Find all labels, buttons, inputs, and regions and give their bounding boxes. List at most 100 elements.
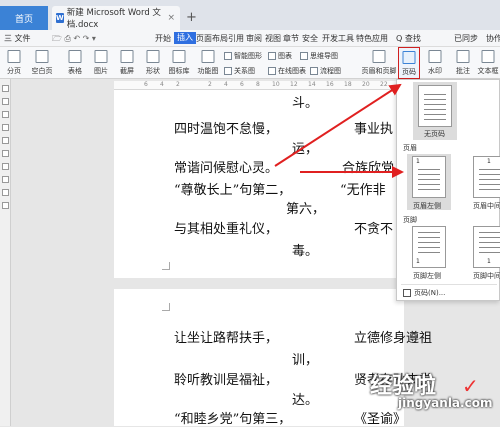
nav-icon[interactable] xyxy=(2,98,9,105)
page-number-button[interactable]: 页码 xyxy=(398,47,420,79)
tab-document[interactable]: W 新建 Microsoft Word 文档.docx × xyxy=(52,6,180,30)
no-page-number-option[interactable] xyxy=(418,85,452,127)
page-break-label: 分页 xyxy=(7,67,21,75)
ruler-tick: 4 xyxy=(160,81,164,88)
text-line[interactable]: 第六， xyxy=(286,198,325,217)
menu-references[interactable]: 引用 xyxy=(228,33,244,44)
icon-library-button[interactable]: 图标库 xyxy=(166,47,192,79)
nav-icon[interactable] xyxy=(2,202,9,209)
nav-icon[interactable] xyxy=(2,189,9,196)
search-box[interactable]: Q 查找 xyxy=(396,33,421,44)
nav-icon[interactable] xyxy=(2,111,9,118)
mind-map-button[interactable]: 思维导图 xyxy=(300,51,338,61)
text-line[interactable]: 立德修身遵祖 xyxy=(354,327,432,346)
nav-icon[interactable] xyxy=(2,176,9,183)
function-chart-button[interactable]: 功能图 xyxy=(194,47,222,79)
close-tab-icon[interactable]: × xyxy=(167,13,175,23)
text-line[interactable]: 四时温饱不怠慢， xyxy=(174,118,278,137)
header-footer-button[interactable]: 页眉和页脚 xyxy=(360,47,398,79)
margin-corner-mark xyxy=(162,303,170,311)
nav-icon[interactable] xyxy=(2,124,9,131)
blank-page-icon xyxy=(35,50,49,63)
icon-library-icon xyxy=(172,50,186,63)
flowchart-icon xyxy=(310,67,318,75)
text-line[interactable]: 达。 xyxy=(292,389,318,408)
document-page-1[interactable]: 斗。 四时温饱不怠慢， 事业执 运， 常谐问候慰心灵。 合族欣党 “尊敬长上”句… xyxy=(114,90,404,278)
relation-chart-button[interactable]: 关系图 xyxy=(224,66,255,76)
text-line[interactable]: 常谐问候慰心灵。 xyxy=(174,157,278,176)
chart-button[interactable]: 图表 xyxy=(268,51,292,61)
menu-review[interactable]: 审阅 xyxy=(246,33,262,44)
watermark-check-icon: ✓ xyxy=(462,374,479,398)
header-left-option[interactable]: 1 xyxy=(412,156,446,198)
text-line[interactable]: 合族欣党 xyxy=(342,157,394,176)
nav-icon[interactable] xyxy=(2,137,9,144)
menu-page-layout[interactable]: 页面布局 xyxy=(196,33,228,44)
tab-home[interactable]: 首页 xyxy=(0,6,48,30)
menu-view[interactable]: 视图 xyxy=(265,33,281,44)
menu-divider xyxy=(401,284,497,285)
text-line[interactable]: 《圣谕》 xyxy=(354,408,406,427)
footer-middle-option[interactable]: 1 xyxy=(473,226,500,268)
ruler-tick: 8 xyxy=(256,81,260,88)
collab-button[interactable]: 协作 xyxy=(486,33,500,44)
menu-section[interactable]: 章节 xyxy=(283,33,299,44)
ruler-tick: 4 xyxy=(224,81,228,88)
text-line[interactable]: 事业执 xyxy=(354,118,393,137)
online-chart-button[interactable]: 在线图表 xyxy=(268,66,306,76)
picture-button[interactable]: 图片 xyxy=(90,47,112,79)
header-left-label: 页眉左侧 xyxy=(413,202,441,210)
table-label: 表格 xyxy=(68,67,82,75)
comment-button[interactable]: 批注 xyxy=(452,47,474,79)
file-menu[interactable]: 三 文件 xyxy=(4,33,31,44)
left-navigation-bar xyxy=(0,79,11,426)
shape-button[interactable]: 形状 xyxy=(142,47,164,79)
ruler-tick: 16 xyxy=(326,81,334,88)
text-line[interactable]: 与其相处重礼仪， xyxy=(174,218,278,237)
new-tab-button[interactable]: + xyxy=(186,10,197,25)
quick-access-icons[interactable]: 🗁 ⎙ ↶ ↷ ▾ xyxy=(52,33,96,47)
text-line[interactable]: 斗。 xyxy=(292,92,318,111)
page-number-settings-item[interactable]: 页码(N)... xyxy=(403,288,445,298)
nav-icon[interactable] xyxy=(2,163,9,170)
text-line[interactable]: 让坐让路帮扶手， xyxy=(174,327,278,346)
textbox-button[interactable]: 文本框 xyxy=(476,47,500,79)
nav-icon[interactable] xyxy=(2,150,9,157)
document-title: 新建 Microsoft Word 文档.docx xyxy=(66,8,161,30)
watermark-url: jingyanla.com xyxy=(398,396,493,410)
text-line[interactable]: “尊敬长上”句第二， xyxy=(174,179,291,198)
document-page-2[interactable]: 让坐让路帮扶手， 立德修身遵祖 训， 聆听教训是福祉， 贤孝存孙夫尝 达。 “和… xyxy=(114,289,432,427)
text-line[interactable]: 不贪不 xyxy=(354,218,393,237)
menu-start[interactable]: 开始 xyxy=(155,33,171,44)
smart-art-button[interactable]: 智能图形 xyxy=(224,51,262,61)
horizontal-ruler[interactable]: 6 4 2 2 4 6 8 10 12 14 16 18 20 22 xyxy=(114,81,404,90)
ruler-tick: 6 xyxy=(144,81,148,88)
chart-label: 图表 xyxy=(278,52,292,60)
footer-left-option[interactable]: 1 xyxy=(412,226,446,268)
table-button[interactable]: 表格 xyxy=(64,47,86,79)
text-line[interactable]: “和睦乡党”句第三， xyxy=(174,408,291,427)
menu-security[interactable]: 安全 xyxy=(302,33,318,44)
ruler-tick: 18 xyxy=(344,81,352,88)
text-line[interactable]: 聆听教训是福祉， xyxy=(174,369,278,388)
blank-page-button[interactable]: 空白页 xyxy=(28,47,56,79)
sync-status[interactable]: 已同步 xyxy=(454,33,478,44)
menu-developer[interactable]: 开发工具 xyxy=(322,33,354,44)
watermark-button[interactable]: 水印 xyxy=(424,47,446,79)
menu-insert[interactable]: 插入 xyxy=(174,32,196,44)
text-line[interactable]: 运， xyxy=(292,138,318,157)
text-line[interactable]: 毒。 xyxy=(292,240,318,259)
flowchart-button[interactable]: 流程图 xyxy=(310,66,341,76)
page-break-button[interactable]: 分页 xyxy=(2,47,26,79)
text-line[interactable]: 训， xyxy=(292,349,318,368)
textbox-label: 文本框 xyxy=(477,67,499,75)
screenshot-button[interactable]: 截屏 xyxy=(116,47,138,79)
nav-icon[interactable] xyxy=(2,85,9,92)
header-middle-option[interactable]: 1 xyxy=(473,156,500,198)
table-icon xyxy=(68,50,82,63)
shape-label: 形状 xyxy=(146,67,160,75)
text-line[interactable]: “无作非 xyxy=(340,179,386,198)
menu-features[interactable]: 特色应用 xyxy=(356,33,388,44)
no-page-number-label: 无页码 xyxy=(424,130,445,138)
icon-library-label: 图标库 xyxy=(168,67,190,75)
